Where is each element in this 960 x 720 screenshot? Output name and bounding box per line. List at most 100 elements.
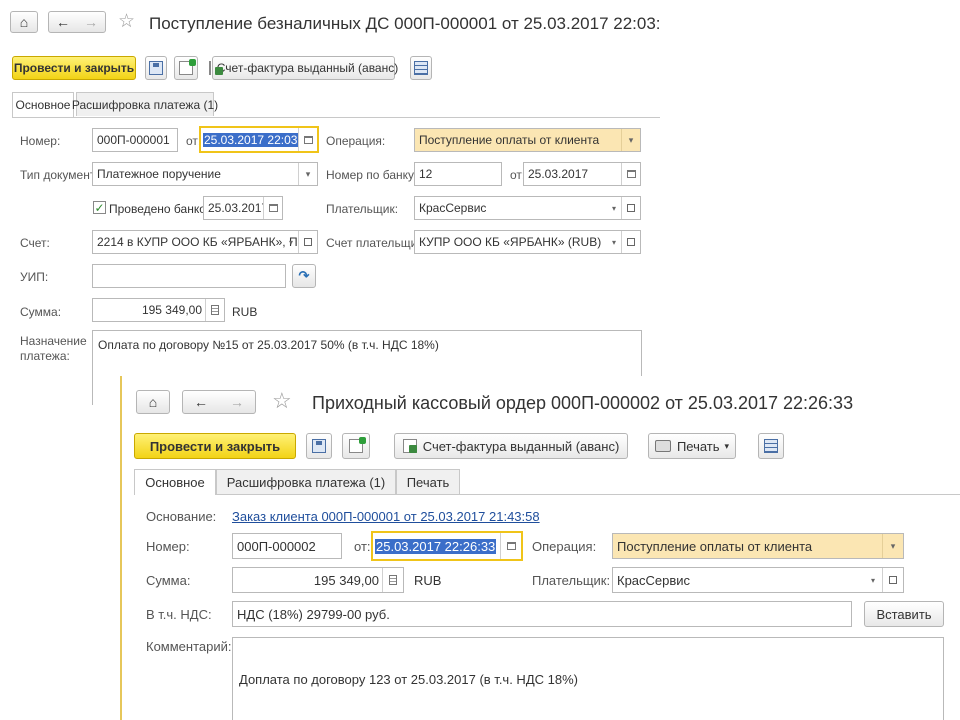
bank-posted-label: Проведено банком: [109, 202, 215, 216]
favorite-star-icon[interactable]: ☆: [272, 390, 292, 412]
number-label: Номер:: [20, 134, 61, 148]
dropdown-arrow-icon[interactable]: ▾: [606, 197, 622, 219]
calendar-icon[interactable]: [621, 163, 640, 185]
invoice-button[interactable]: Счет-фактура выданный (аванс): [208, 56, 399, 80]
calendar-icon[interactable]: [500, 533, 521, 559]
operation-select[interactable]: Поступление оплаты от клиента ▾: [414, 128, 641, 152]
home-icon: ⌂: [19, 14, 29, 30]
history-nav: ← →: [48, 11, 106, 33]
number-label: Номер:: [146, 539, 190, 554]
doc-type-value: Платежное поручение: [97, 167, 221, 181]
print-menu-button[interactable]: Печать ▾: [648, 433, 736, 459]
tab-print[interactable]: Печать: [396, 469, 460, 494]
calendar-icon[interactable]: [263, 197, 282, 219]
purpose-label: Назначение платежа:: [20, 334, 87, 363]
insert-button[interactable]: Вставить: [864, 601, 944, 627]
home-button[interactable]: ⌂: [10, 11, 38, 33]
comment-textarea[interactable]: Доплата по договору 123 от 25.03.2017 (в…: [232, 637, 944, 720]
amount-field[interactable]: 195 349,00: [232, 567, 404, 593]
payer-account-select[interactable]: КУПР ООО КБ «ЯРБАНК» (RUB) ▾: [414, 230, 641, 254]
open-icon[interactable]: [621, 197, 640, 219]
basis-label: Основание:: [146, 509, 217, 524]
post-and-close-button[interactable]: Провести и закрыть: [12, 56, 136, 80]
back-arrow-icon[interactable]: ←: [49, 12, 77, 32]
invoice-button[interactable]: Счет-фактура выданный (аванс): [394, 433, 628, 459]
payer-account-value: КУПР ООО КБ «ЯРБАНК» (RUB): [419, 235, 602, 249]
payer-select[interactable]: КрасСервис ▾: [414, 196, 641, 220]
number-field[interactable]: 000П-000002: [232, 533, 342, 559]
currency-label: RUB: [232, 305, 258, 319]
operation-select[interactable]: Поступление оплаты от клиента ▾: [612, 533, 904, 559]
post-button[interactable]: [174, 56, 198, 80]
dropdown-arrow-icon[interactable]: ▾: [283, 231, 299, 253]
structure-button[interactable]: [758, 433, 784, 459]
dropdown-arrow-icon[interactable]: ▾: [863, 568, 883, 592]
comment-label: Комментарий:: [146, 639, 232, 654]
dropdown-arrow-icon[interactable]: ▾: [621, 129, 640, 151]
tab-divider: [134, 494, 960, 495]
home-icon: ⌂: [148, 394, 158, 410]
open-icon[interactable]: [298, 231, 317, 253]
tab-main[interactable]: Основное: [12, 92, 74, 117]
bank-posted-date-value: 25.03.2017: [208, 201, 269, 215]
forward-arrow-icon[interactable]: →: [77, 12, 105, 32]
basis-link[interactable]: Заказ клиента 000П-000001 от 25.03.2017 …: [232, 509, 540, 524]
dropdown-arrow-icon[interactable]: ▾: [882, 534, 903, 558]
chevron-down-icon: ▾: [724, 440, 730, 451]
forward-arrow-icon[interactable]: →: [219, 391, 255, 413]
bank-date-field[interactable]: 25.03.2017: [523, 162, 641, 186]
post-document-icon: [179, 59, 196, 75]
save-button[interactable]: [306, 433, 332, 459]
dropdown-arrow-icon[interactable]: ▾: [606, 231, 622, 253]
favorite-star-icon[interactable]: ☆: [118, 11, 135, 33]
number-field[interactable]: 000П-000001: [92, 128, 178, 152]
calculator-icon[interactable]: [382, 568, 403, 592]
document-title: Поступление безналичных ДС 000П-000001 о…: [149, 14, 660, 33]
account-select[interactable]: 2214 в КУПР ООО КБ «ЯРБАНК», Пари ▾: [92, 230, 318, 254]
tab-main[interactable]: Основное: [134, 469, 216, 495]
uip-fill-button[interactable]: ↷: [292, 264, 316, 288]
document-title: Приходный кассовый ордер 000П-000002 от …: [312, 393, 854, 413]
back-arrow-icon[interactable]: ←: [183, 391, 219, 413]
open-icon[interactable]: [621, 231, 640, 253]
vat-label: В т.ч. НДС:: [146, 607, 212, 622]
structure-icon: [764, 439, 778, 453]
curved-arrow-icon: ↷: [298, 268, 310, 283]
date-field[interactable]: 25.03.2017 22:26:33: [371, 531, 523, 561]
calendar-icon[interactable]: [298, 128, 317, 151]
save-button[interactable]: [145, 56, 167, 80]
home-button[interactable]: ⌂: [136, 390, 170, 414]
post-and-close-button[interactable]: Провести и закрыть: [134, 433, 296, 459]
calculator-icon[interactable]: [205, 299, 224, 321]
account-label: Счет:: [20, 236, 50, 250]
payer-label: Плательщик:: [532, 573, 611, 588]
currency-label: RUB: [414, 573, 442, 588]
tab-payment-details[interactable]: Расшифровка платежа (1): [216, 469, 396, 494]
vat-field[interactable]: НДС (18%) 29799-00 руб.: [232, 601, 852, 627]
date-value: 25.03.2017 22:26:33: [375, 538, 497, 554]
uip-field[interactable]: [92, 264, 286, 288]
dropdown-arrow-icon[interactable]: ▾: [298, 163, 317, 185]
amount-value: 195 349,00: [141, 303, 202, 317]
cashless-receipt-window: ⌂ ← → ☆ Поступление безналичных ДС 000П-0…: [0, 0, 660, 405]
payer-label: Плательщик:: [326, 202, 399, 216]
bank-posted-date-field[interactable]: 25.03.2017: [203, 196, 283, 220]
invoice-button-label: Счет-фактура выданный (аванс): [216, 61, 399, 75]
invoice-icon: [402, 439, 417, 453]
doc-type-select[interactable]: Платежное поручение ▾: [92, 162, 318, 186]
post-button[interactable]: [342, 433, 370, 459]
invoice-icon: [208, 61, 223, 75]
uip-label: УИП:: [20, 270, 49, 284]
payer-select[interactable]: КрасСервис ▾: [612, 567, 904, 593]
printer-icon: [654, 440, 671, 452]
history-nav: ← →: [182, 390, 256, 414]
amount-field[interactable]: 195 349,00: [92, 298, 225, 322]
open-icon[interactable]: [882, 568, 903, 592]
structure-button[interactable]: [410, 56, 432, 80]
date-label: от:: [354, 539, 371, 554]
operation-value: Поступление оплаты от клиента: [419, 133, 600, 147]
bank-posted-checkbox[interactable]: ✓: [93, 201, 106, 214]
date-field[interactable]: 25.03.2017 22:03:30: [199, 126, 319, 153]
tab-payment-details[interactable]: Расшифровка платежа (1): [72, 92, 218, 116]
bank-number-field[interactable]: 12: [414, 162, 502, 186]
